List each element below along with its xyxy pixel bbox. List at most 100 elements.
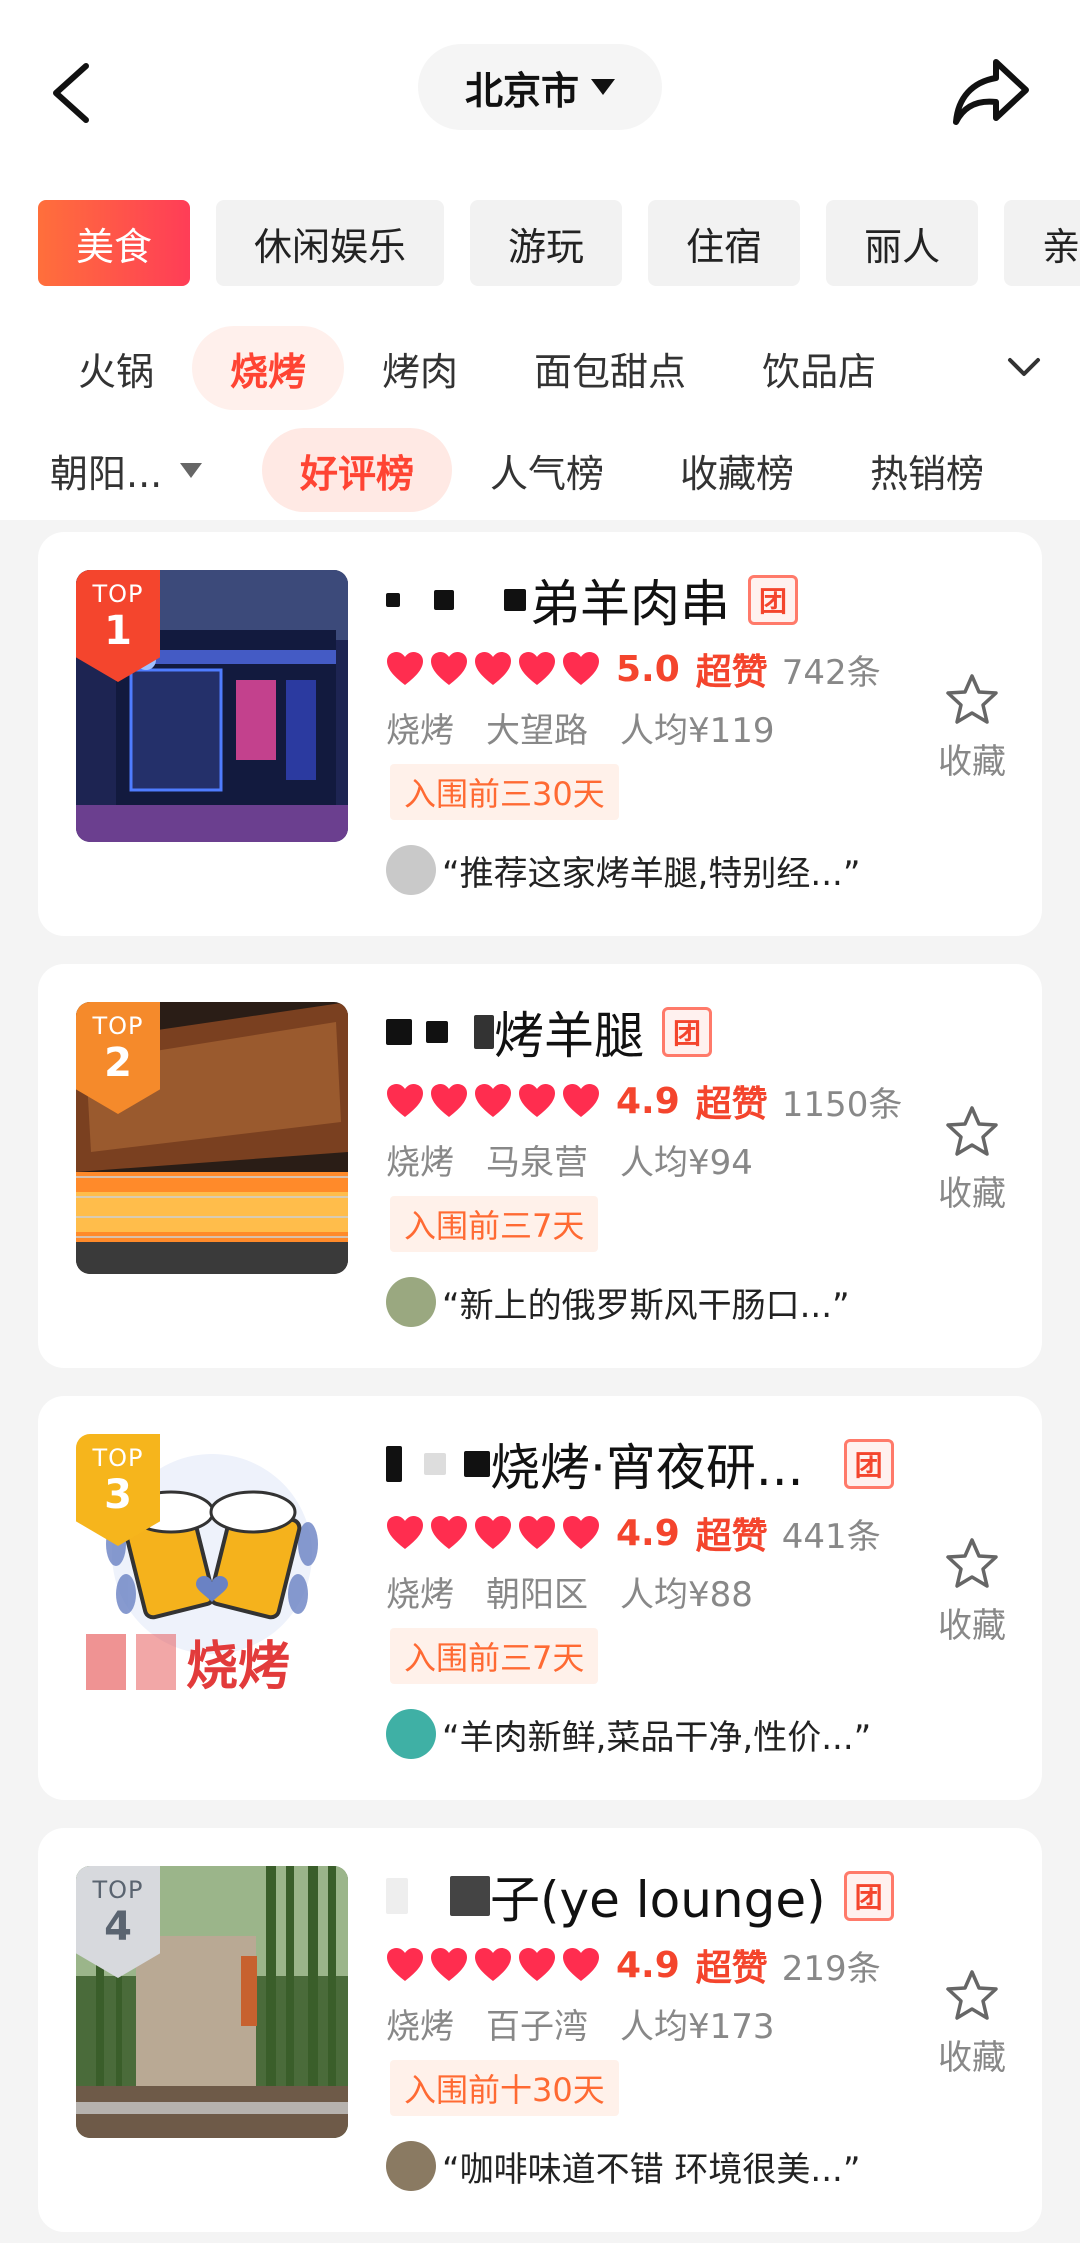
city-label: 北京市: [464, 68, 579, 113]
shop-avg-price: 人均¥119: [620, 710, 775, 751]
subtab-grilled-meat[interactable]: 烤肉: [344, 326, 496, 410]
tab-most-saved[interactable]: 收藏榜: [642, 428, 832, 512]
heart-icon: [563, 652, 599, 685]
review-text: “新上的俄罗斯风干肠口...”: [442, 1285, 850, 1326]
review-snippet[interactable]: “推荐这家烤羊腿,特别经...”: [386, 842, 860, 898]
shop-meta: 烧烤 朝阳区 人均¥88: [386, 1566, 753, 1616]
rating-row: 5.0 超赞 742条: [386, 644, 881, 694]
review-count: 742条: [781, 652, 881, 693]
subtab-hotpot[interactable]: 火锅: [40, 326, 192, 410]
shop-name[interactable]: 烤羊腿 团: [386, 1000, 712, 1065]
share-arrow-icon: [953, 59, 1029, 125]
share-button[interactable]: [950, 56, 1030, 130]
redacted-block: [450, 1876, 490, 1916]
rating-praise: 超赞: [695, 1948, 768, 1989]
heart-icon: [387, 1084, 423, 1117]
favorite-button[interactable]: 收藏: [922, 1536, 1022, 1647]
area-dropdown[interactable]: 朝阳...: [50, 428, 203, 512]
heart-icon: [431, 1948, 467, 1981]
rating-praise: 超赞: [695, 652, 768, 693]
favorite-label: 收藏: [938, 1606, 1006, 1646]
reviewer-avatar: [386, 845, 436, 895]
heart-icon: [563, 1948, 599, 1981]
heart-icon: [519, 1516, 555, 1549]
tab-play[interactable]: 游玩: [470, 200, 623, 286]
svg-text:烧烤: 烧烤: [186, 1637, 290, 1697]
review-snippet[interactable]: “羊肉新鲜,菜品干净,性价...”: [386, 1706, 871, 1762]
redacted-block: [464, 1451, 490, 1477]
tab-food[interactable]: 美食: [38, 200, 191, 286]
back-button[interactable]: [44, 58, 104, 128]
shop-name-text: 弟羊肉串: [530, 575, 730, 633]
heart-icon: [563, 1084, 599, 1117]
reviewer-avatar: [386, 1709, 436, 1759]
shop-thumbnail[interactable]: TOP 4: [76, 1866, 348, 2138]
heart-icon: [475, 1516, 511, 1549]
tab-popular[interactable]: 人气榜: [452, 428, 642, 512]
group-deal-badge: 团: [843, 1871, 894, 1921]
shop-district: 朝阳区: [486, 1574, 588, 1615]
heart-icon: [387, 652, 423, 685]
review-text: “羊肉新鲜,菜品干净,性价...”: [442, 1717, 872, 1758]
shop-name[interactable]: 弟羊肉串 团: [386, 568, 798, 633]
review-snippet[interactable]: “咖啡味道不错 环境很美...”: [386, 2138, 860, 2194]
star-icon: [946, 1106, 998, 1156]
tab-best-selling[interactable]: 热销榜: [832, 428, 1022, 512]
favorite-button[interactable]: 收藏: [922, 1968, 1022, 2079]
tab-top-rated[interactable]: 好评榜: [262, 428, 453, 512]
shop-meta: 烧烤 百子湾 人均¥173: [386, 1998, 775, 2048]
shop-name-text: 烧烤·宵夜研...: [490, 1439, 804, 1497]
favorite-button[interactable]: 收藏: [922, 1104, 1022, 1215]
review-text: “咖啡味道不错 环境很美...”: [442, 2149, 861, 2190]
shop-card[interactable]: 烧烤 TOP 3 烧烤·宵夜研... 团 4.9 超赞 441条 烧烤 朝阳区 …: [38, 1396, 1042, 1800]
tab-leisure[interactable]: 休闲娱乐: [216, 200, 445, 286]
shop-thumbnail[interactable]: TOP 2: [76, 1002, 348, 1274]
shop-card[interactable]: TOP 4 子(ye lounge) 团 4.9 超赞 219条 烧烤 百子湾 …: [38, 1828, 1042, 2232]
heart-icon: [431, 652, 467, 685]
shop-meta: 烧烤 大望路 人均¥119: [386, 702, 775, 752]
rating-row: 4.9 超赞 441条: [386, 1508, 881, 1558]
redacted-block: [386, 1878, 408, 1914]
shop-thumbnail[interactable]: TOP 1: [76, 570, 348, 842]
ranking-tag: 入围前三7天: [390, 1628, 599, 1684]
subtab-drinks[interactable]: 饮品店: [724, 326, 914, 410]
caret-down-icon: [180, 462, 203, 478]
tab-family[interactable]: 亲: [1004, 200, 1080, 286]
expand-subcategories-button[interactable]: [1004, 350, 1044, 386]
shop-district: 马泉营: [486, 1142, 588, 1183]
subtab-bbq[interactable]: 烧烤: [192, 326, 345, 410]
redacted-block: [474, 1015, 494, 1049]
shop-card[interactable]: TOP 2 烤羊腿 团 4.9 超赞 1150条 烧烤 马泉营 人均¥94 入围…: [38, 964, 1042, 1368]
group-deal-badge: 团: [843, 1439, 894, 1489]
favorite-button[interactable]: 收藏: [922, 672, 1022, 783]
review-snippet[interactable]: “新上的俄罗斯风干肠口...”: [386, 1274, 850, 1330]
star-icon: [946, 1538, 998, 1588]
caret-down-icon: [591, 79, 615, 95]
tab-lodging[interactable]: 住宿: [648, 200, 801, 286]
shop-thumbnail[interactable]: 烧烤 TOP 3: [76, 1434, 348, 1706]
ranking-tag: 入围前三30天: [390, 764, 619, 820]
reviewer-avatar: [386, 1277, 436, 1327]
review-count: 1150条: [781, 1084, 903, 1125]
subcategory-tabs: 火锅 烧烤 烤肉 面包甜点 饮品店: [40, 326, 914, 410]
group-deal-badge: 团: [662, 1007, 712, 1057]
shop-name[interactable]: 子(ye lounge) 团: [386, 1864, 894, 1929]
tab-beauty[interactable]: 丽人: [826, 200, 979, 286]
shop-district: 大望路: [486, 710, 588, 751]
rating-score: 5.0: [616, 648, 680, 690]
shop-category: 烧烤: [386, 710, 454, 751]
shop-district: 百子湾: [486, 2006, 588, 2047]
subtab-bakery[interactable]: 面包甜点: [496, 326, 724, 410]
redacted-block: [426, 1021, 448, 1043]
city-selector[interactable]: 北京市: [418, 44, 662, 130]
review-text: “推荐这家烤羊腿,特别经...”: [442, 853, 861, 894]
heart-icon: [519, 1084, 555, 1117]
back-arrow-icon: [53, 63, 89, 123]
rating-score: 4.9: [616, 1944, 680, 1986]
shop-name-text: 子(ye lounge): [490, 1871, 826, 1929]
shop-card[interactable]: TOP 1 弟羊肉串 团 5.0 超赞 742条 烧烤 大望路 人均¥119 入…: [38, 532, 1042, 936]
shop-name[interactable]: 烧烤·宵夜研... 团: [386, 1432, 894, 1497]
heart-icon: [475, 1948, 511, 1981]
shop-name-text: 烤羊腿: [494, 1007, 644, 1065]
shop-category: 烧烤: [386, 1142, 454, 1183]
